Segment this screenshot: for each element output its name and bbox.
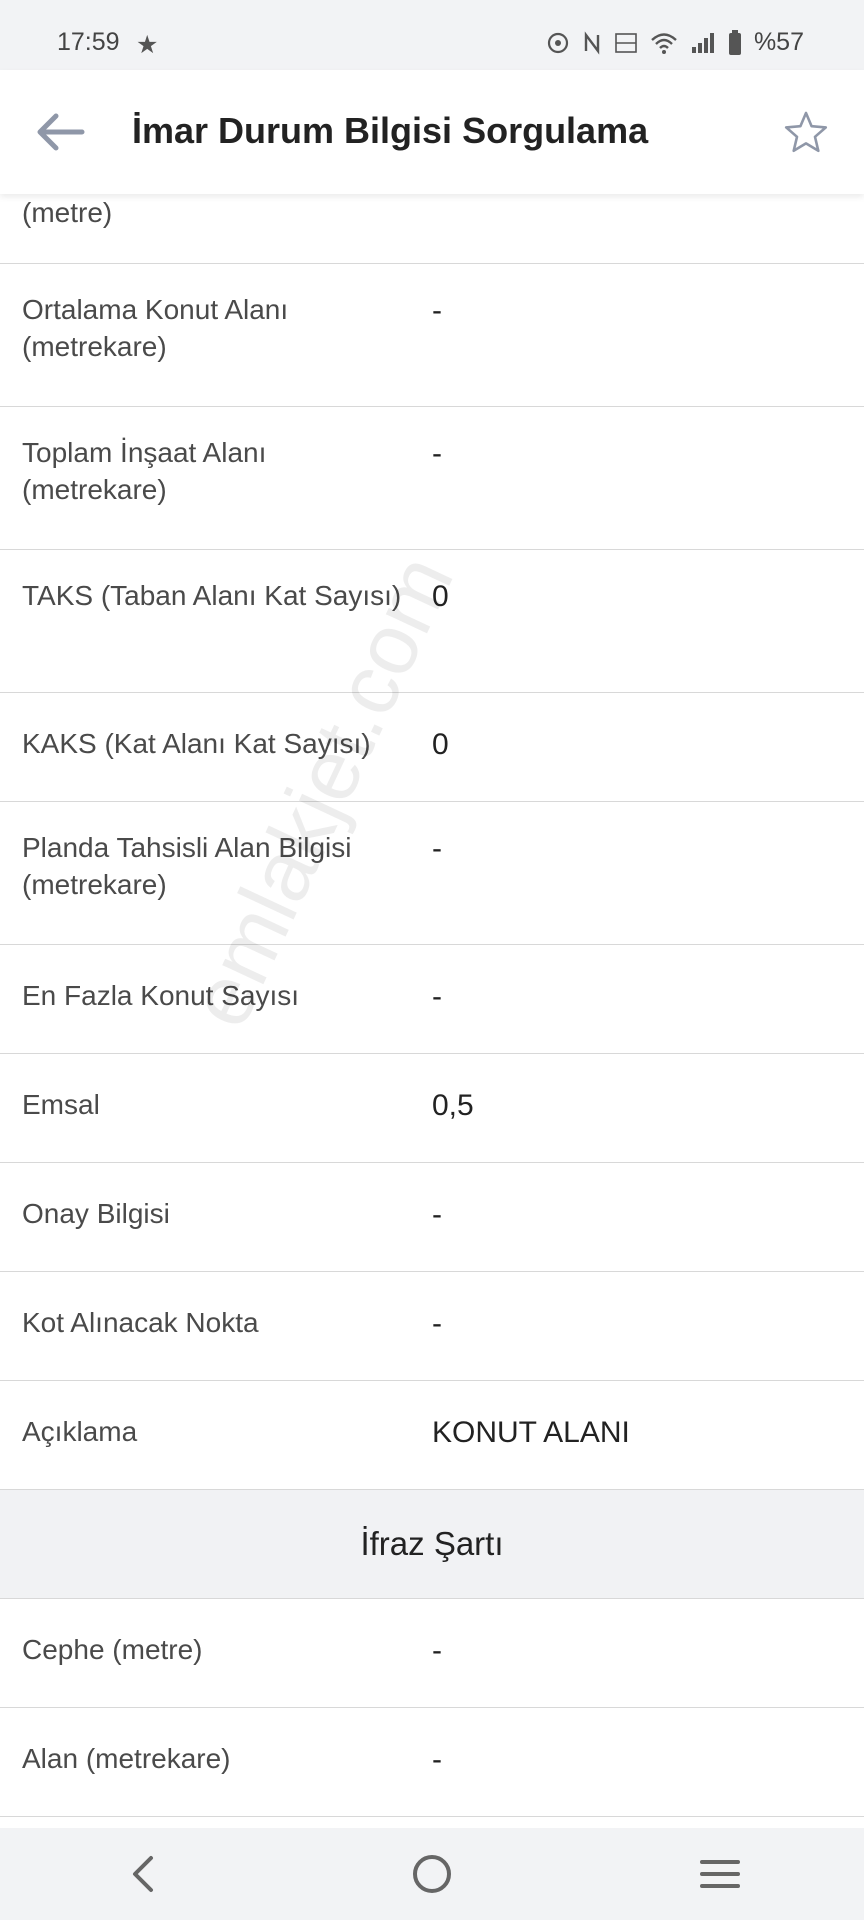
row-label: Onay Bilgisi [22, 1198, 170, 1229]
home-circle-icon [413, 1855, 451, 1893]
row-value: - [432, 1198, 442, 1231]
row-label: En Fazla Konut Sayısı [22, 980, 300, 1011]
page-title: İmar Durum Bilgisi Sorgulama [132, 110, 649, 151]
battery-icon [728, 29, 742, 56]
table-row: Açıklama KONUT ALANI [0, 1381, 864, 1490]
nav-home-button[interactable] [392, 1834, 472, 1914]
nav-recents-button[interactable] [680, 1834, 760, 1914]
chevron-left-icon [133, 1856, 153, 1892]
menu-lines-icon [700, 1860, 740, 1888]
row-value: - [432, 832, 442, 865]
table-row: En Fazla Konut Sayısı - [0, 945, 864, 1054]
volte-icon [614, 31, 638, 55]
row-label: KAKS (Kat Alanı Kat Sayısı) [22, 728, 371, 759]
status-time: 17:59 [57, 28, 120, 56]
nav-back-button[interactable] [104, 1834, 184, 1914]
row-value: - [432, 1743, 442, 1776]
row-label: Toplam İnşaat Alanı (metrekare) [22, 437, 267, 505]
row-value: 0 [432, 580, 449, 613]
table-row: Planda Tahsisli Alan Bilgisi (metrekare)… [0, 802, 864, 945]
status-bar: 17:59 ★ %57 [0, 0, 864, 70]
row-label: Açıklama [22, 1416, 138, 1447]
table-row: (metre) [0, 194, 864, 264]
nfc-icon [582, 30, 602, 55]
signal-icon [690, 31, 716, 55]
row-value: - [432, 980, 442, 1013]
table-row: TAKS (Taban Alanı Kat Sayısı) 0 [0, 550, 864, 693]
info-list[interactable]: (metre) Ortalama Konut Alanı (metrekare)… [0, 194, 864, 1828]
row-value: KONUT ALANI [432, 1416, 630, 1449]
star-outline-icon [784, 111, 828, 153]
row-label: Alan (metrekare) [22, 1743, 231, 1774]
sync-icon [546, 31, 570, 55]
table-row: Onay Bilgisi - [0, 1163, 864, 1272]
row-label: Cephe (metre) [22, 1634, 203, 1665]
table-row: Ortalama Konut Alanı (metrekare) - [0, 264, 864, 407]
section-header: İfraz Şartı [0, 1490, 864, 1599]
row-value: - [432, 1307, 442, 1340]
favorite-button[interactable] [774, 100, 838, 164]
app-bar: İmar Durum Bilgisi Sorgulama [0, 70, 864, 194]
table-row: Kot Alınacak Nokta - [0, 1272, 864, 1381]
row-label: Ortalama Konut Alanı (metrekare) [22, 294, 289, 362]
row-label: Planda Tahsisli Alan Bilgisi (metrekare) [22, 832, 352, 900]
row-value: - [432, 294, 442, 327]
row-label: TAKS (Taban Alanı Kat Sayısı) [22, 580, 402, 611]
table-row: Toplam İnşaat Alanı (metrekare) - [0, 407, 864, 550]
battery-percentage: %57 [753, 28, 804, 56]
row-value: 0,5 [432, 1089, 474, 1122]
table-row: Cephe (metre) - [0, 1599, 864, 1708]
table-row: KAKS (Kat Alanı Kat Sayısı) 0 [0, 693, 864, 802]
row-value: 0 [432, 728, 449, 761]
wifi-icon [650, 31, 678, 55]
system-nav-bar [0, 1828, 864, 1920]
table-row: Alan (metrekare) - [0, 1708, 864, 1817]
star-notification-icon: ★ [136, 31, 159, 59]
table-row: Emsal 0,5 [0, 1054, 864, 1163]
back-button[interactable] [30, 102, 90, 162]
row-value: - [432, 1634, 442, 1667]
status-icons: %57 [546, 28, 804, 57]
arrow-left-icon [37, 113, 85, 151]
row-label: Kot Alınacak Nokta [22, 1307, 259, 1338]
row-label: Emsal [22, 1089, 100, 1120]
row-value: - [432, 437, 442, 470]
section-title: İfraz Şartı [360, 1525, 504, 1562]
row-label: (metre) [22, 197, 113, 228]
